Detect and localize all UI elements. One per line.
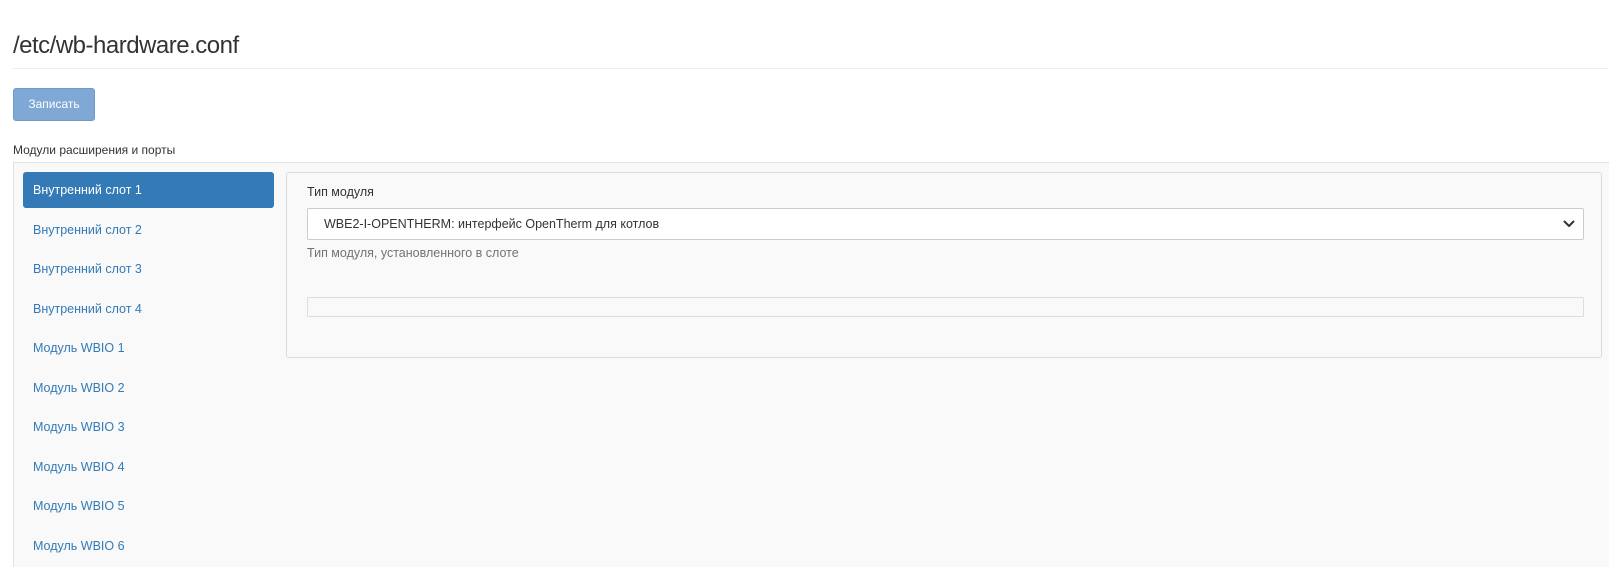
sidebar-item-wbio-3[interactable]: Модуль WBIO 3 xyxy=(23,409,274,445)
sidebar-item-internal-slot-2[interactable]: Внутренний слот 2 xyxy=(23,212,274,248)
module-type-label: Тип модуля xyxy=(307,185,374,199)
section-label: Модули расширения и порты xyxy=(13,143,176,157)
sidebar-item-internal-slot-4[interactable]: Внутренний слот 4 xyxy=(23,291,274,327)
page: /etc/wb-hardware.conf Записать Модули ра… xyxy=(0,0,1609,567)
sidebar-item-wbio-2[interactable]: Модуль WBIO 2 xyxy=(23,370,274,406)
sidebar-item-wbio-4[interactable]: Модуль WBIO 4 xyxy=(23,449,274,485)
module-options-container xyxy=(307,297,1584,317)
sidebar-nav: Внутренний слот 1 Внутренний слот 2 Внут… xyxy=(23,172,274,567)
module-type-select-value: WBE2-I-OPENTHERM: интерфейс OpenTherm дл… xyxy=(324,217,660,231)
save-button[interactable]: Записать xyxy=(13,88,95,121)
sidebar-item-wbio-6[interactable]: Модуль WBIO 6 xyxy=(23,528,274,564)
sidebar-item-wbio-1[interactable]: Модуль WBIO 1 xyxy=(23,330,274,366)
module-type-help: Тип модуля, установленного в слоте xyxy=(307,246,519,260)
sidebar-item-wbio-5[interactable]: Модуль WBIO 5 xyxy=(23,488,274,524)
title-divider xyxy=(13,68,1609,69)
module-type-select[interactable]: WBE2-I-OPENTHERM: интерфейс OpenTherm дл… xyxy=(307,208,1584,240)
page-title: /etc/wb-hardware.conf xyxy=(13,32,239,59)
sidebar-item-internal-slot-3[interactable]: Внутренний слот 3 xyxy=(23,251,274,287)
sidebar-item-internal-slot-1[interactable]: Внутренний слот 1 xyxy=(23,172,274,208)
chevron-down-icon xyxy=(1563,220,1575,227)
module-settings-panel: Тип модуля WBE2-I-OPENTHERM: интерфейс O… xyxy=(286,172,1602,358)
